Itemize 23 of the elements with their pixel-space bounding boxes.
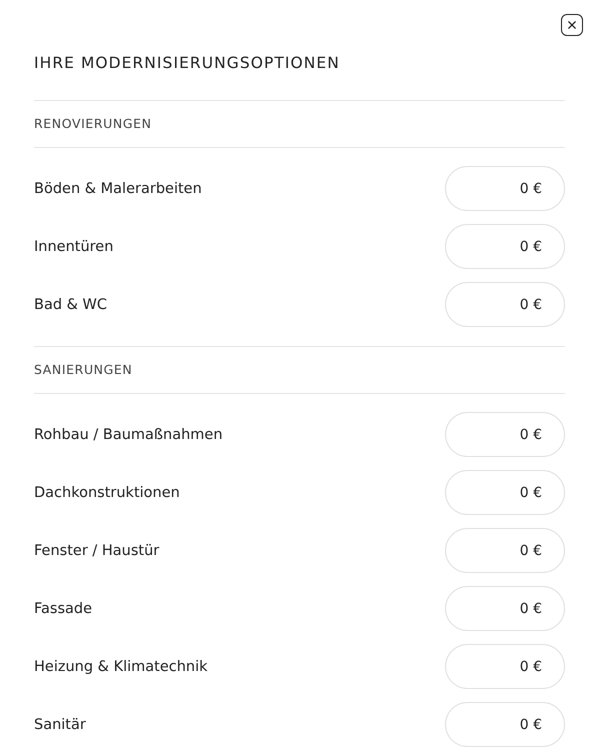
amount-field[interactable]: 0 € bbox=[445, 166, 565, 211]
amount-field[interactable]: 0 € bbox=[445, 470, 565, 515]
close-button[interactable] bbox=[561, 14, 583, 36]
amount-field[interactable]: 0 € bbox=[445, 528, 565, 573]
amount-field[interactable]: 0 € bbox=[445, 224, 565, 269]
option-label: Dachkonstruktionen bbox=[34, 484, 180, 502]
option-label: Innentüren bbox=[34, 238, 114, 256]
section-heading: RENOVIERUNGEN bbox=[34, 101, 565, 148]
option-label: Böden & Malerarbeiten bbox=[34, 180, 202, 198]
amount-field[interactable]: 0 € bbox=[445, 282, 565, 327]
section-heading: SANIERUNGEN bbox=[34, 347, 565, 394]
option-label: Sanitär bbox=[34, 716, 86, 734]
option-label: Bad & WC bbox=[34, 296, 108, 314]
dialog-title: IHRE MODERNISIERUNGSOPTIONEN bbox=[34, 53, 341, 73]
amount-field[interactable]: 0 € bbox=[445, 702, 565, 747]
option-label: Heizung & Klimatechnik bbox=[34, 658, 208, 676]
amount-field[interactable]: 0 € bbox=[445, 586, 565, 631]
option-label: Fassade bbox=[34, 600, 92, 618]
amount-field[interactable]: 0 € bbox=[445, 644, 565, 689]
amount-field[interactable]: 0 € bbox=[445, 412, 565, 457]
option-label: Rohbau / Baumaßnahmen bbox=[34, 426, 223, 444]
option-label: Fenster / Haustür bbox=[34, 542, 160, 560]
close-icon bbox=[568, 21, 576, 29]
